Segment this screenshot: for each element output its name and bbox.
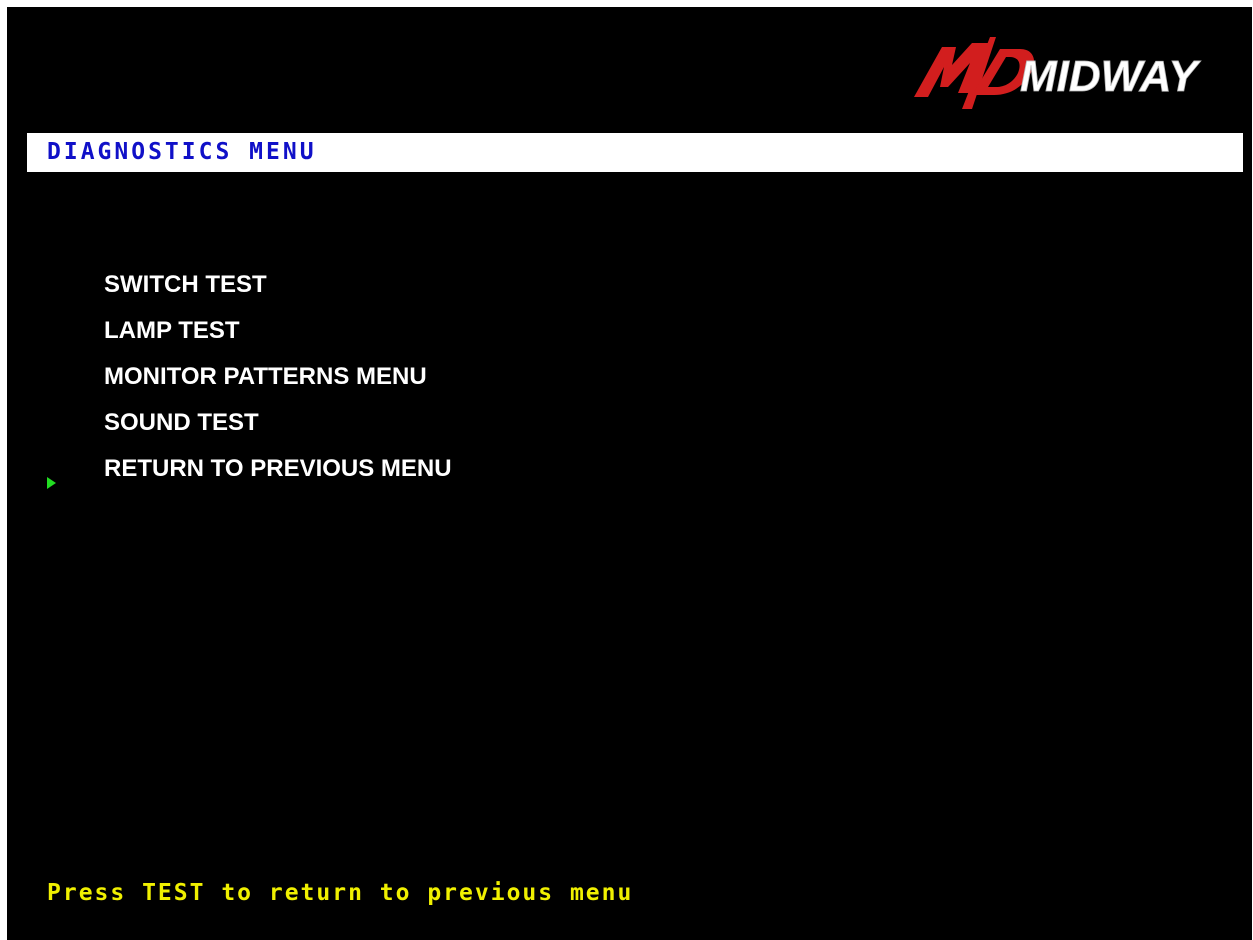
- menu-item-switch-test[interactable]: SWITCH TEST: [104, 265, 452, 311]
- footer-hint: Press TEST to return to previous menu: [47, 880, 634, 906]
- menu-item-monitor-patterns[interactable]: MONITOR PATTERNS MENU: [104, 357, 452, 403]
- game-screen: MIDWAY DIAGNOSTICS MENU SWITCH TEST LAMP…: [7, 7, 1252, 940]
- midway-swoosh-logo-icon: MIDWAY: [914, 37, 1202, 109]
- selection-cursor-icon: [47, 477, 56, 489]
- midway-logo: MIDWAY: [912, 35, 1222, 117]
- midway-wordmark: MIDWAY: [1020, 52, 1201, 101]
- diagnostics-menu: SWITCH TEST LAMP TEST MONITOR PATTERNS M…: [104, 265, 452, 495]
- menu-title: DIAGNOSTICS MENU: [47, 139, 317, 165]
- menu-item-return-previous[interactable]: RETURN TO PREVIOUS MENU: [104, 449, 452, 495]
- menu-item-sound-test[interactable]: SOUND TEST: [104, 403, 452, 449]
- menu-item-lamp-test[interactable]: LAMP TEST: [104, 311, 452, 357]
- title-bar: DIAGNOSTICS MENU: [27, 133, 1243, 172]
